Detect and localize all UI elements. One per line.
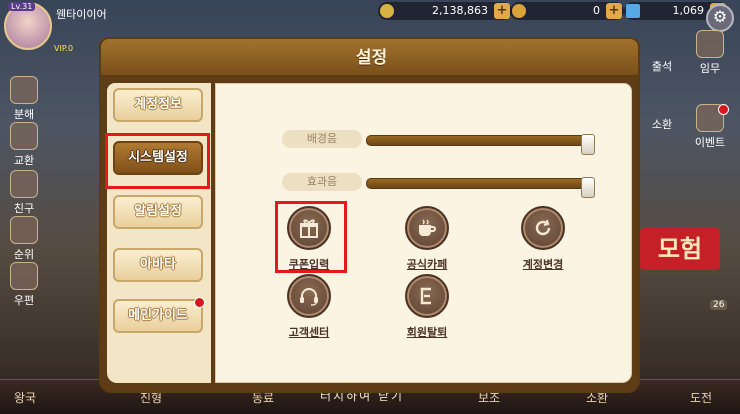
tab-notification-settings[interactable]: 알림설정 bbox=[113, 195, 203, 229]
right-count-badge: 26 bbox=[710, 300, 728, 310]
adventure-button[interactable]: 모험 bbox=[640, 228, 720, 270]
headset-icon bbox=[287, 274, 331, 318]
side-menu-mail[interactable]: 우편 bbox=[4, 262, 44, 307]
disassemble-icon bbox=[10, 76, 38, 104]
nav-kingdom[interactable]: 왕국 bbox=[14, 389, 36, 406]
bgm-volume-row: 배경음 bbox=[282, 130, 595, 155]
withdraw-label: 회원탈퇴 bbox=[406, 326, 448, 339]
change-account-label: 계정변경 bbox=[522, 258, 564, 271]
gold-value: 2,138,863 bbox=[432, 4, 488, 17]
friends-icon bbox=[10, 170, 38, 198]
add-gold-button[interactable]: + bbox=[494, 3, 510, 19]
diamond-icon bbox=[626, 4, 640, 18]
dialog-title: 설정 bbox=[355, 48, 388, 68]
vip-level: VIP.0 bbox=[54, 44, 74, 53]
side-menu-exchange[interactable]: 교환 bbox=[4, 122, 44, 167]
event-badge bbox=[718, 104, 729, 115]
sfx-volume-label: 효과음 bbox=[282, 173, 362, 191]
bgm-volume-knob[interactable] bbox=[581, 134, 595, 155]
exchange-icon bbox=[10, 122, 38, 150]
customer-center-label: 고객센터 bbox=[288, 326, 330, 339]
player-nickname: 웬타이이어 bbox=[56, 8, 107, 21]
add-gem-button[interactable]: + bbox=[606, 3, 622, 19]
change-account-button[interactable]: 계정변경 bbox=[508, 206, 578, 272]
quest-icon bbox=[696, 30, 724, 58]
cafe-cup-icon bbox=[405, 206, 449, 250]
nav-challenge[interactable]: 도전 bbox=[690, 389, 712, 406]
side-menu-friends[interactable]: 친구 bbox=[4, 170, 44, 215]
diamond-value: 1,069 bbox=[672, 4, 705, 17]
side-menu-summon[interactable]: 소환 bbox=[642, 116, 682, 160]
bgm-volume-slider[interactable] bbox=[366, 134, 595, 155]
side-menu-quest[interactable]: 임무 bbox=[690, 30, 730, 75]
tab-main-guide[interactable]: 메인가이드 bbox=[113, 297, 205, 333]
customer-center-button[interactable]: 고객센터 bbox=[274, 274, 344, 340]
gem-icon bbox=[512, 4, 526, 18]
highlight-system-settings-tab bbox=[105, 133, 210, 189]
withdraw-button[interactable]: 회원탈퇴 bbox=[392, 274, 462, 340]
settings-tab-pane bbox=[107, 83, 211, 383]
withdraw-exit-icon bbox=[405, 274, 449, 318]
side-menu-disassemble[interactable]: 분해 bbox=[4, 76, 44, 121]
tab-account-info[interactable]: 계정정보 bbox=[113, 88, 203, 122]
highlight-coupon-button bbox=[275, 201, 347, 273]
side-menu-attendance[interactable]: 출석 bbox=[642, 58, 682, 102]
official-cafe-button[interactable]: 공식카페 bbox=[392, 206, 462, 272]
side-menu-ranking[interactable]: 순위 bbox=[4, 216, 44, 261]
mail-icon bbox=[10, 262, 38, 290]
official-cafe-label: 공식카페 bbox=[406, 258, 448, 271]
tab-avatar[interactable]: 아바타 bbox=[113, 248, 203, 282]
player-level: Lv.31 bbox=[8, 2, 36, 11]
settings-gear-icon[interactable]: ⚙ bbox=[706, 4, 734, 32]
sfx-volume-slider[interactable] bbox=[366, 177, 595, 198]
ranking-icon bbox=[10, 216, 38, 244]
account-switch-icon bbox=[521, 206, 565, 250]
bgm-volume-label: 배경음 bbox=[282, 130, 362, 148]
dialog-header: 설정 bbox=[99, 37, 640, 77]
gold-counter: 2,138,863 + bbox=[378, 2, 512, 20]
main-guide-badge bbox=[194, 297, 205, 308]
gem-value: 0 bbox=[593, 4, 600, 17]
gold-coin-icon bbox=[380, 4, 394, 18]
tab-main-guide-label: 메인가이드 bbox=[128, 308, 188, 323]
sfx-volume-row: 효과음 bbox=[282, 173, 595, 198]
sfx-volume-knob[interactable] bbox=[581, 177, 595, 198]
gem-counter: 0 + bbox=[510, 2, 624, 20]
